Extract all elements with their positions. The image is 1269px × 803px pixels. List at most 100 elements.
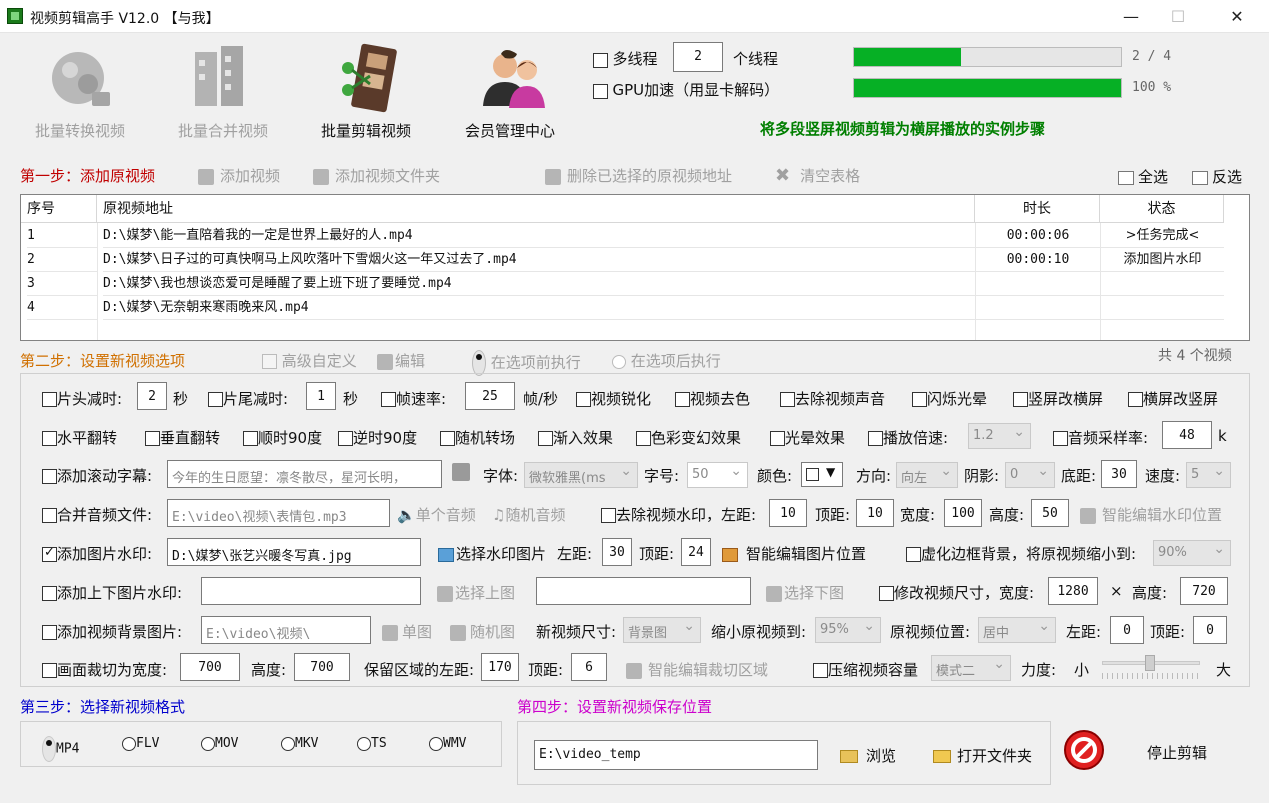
tail-cut-input[interactable]: 1 <box>306 382 336 410</box>
sample-rate-option[interactable]: 音频采样率: <box>1053 427 1148 448</box>
resize-option[interactable]: 修改视频尺寸，宽度: <box>879 582 1034 603</box>
row-3-no[interactable]: 3 <box>27 272 97 296</box>
fps-option[interactable]: 帧速率: <box>381 388 446 409</box>
smart-image-button[interactable]: 智能编辑图片位置 <box>722 543 866 564</box>
format-wmv-radio[interactable] <box>429 736 443 751</box>
row-2-no[interactable]: 2 <box>27 248 97 272</box>
top-image-input[interactable] <box>201 577 421 605</box>
format-ts-radio[interactable] <box>357 736 371 751</box>
random-bg-button[interactable]: 随机图 <box>450 621 515 642</box>
row-2-status[interactable]: 添加图片水印 <box>1101 248 1224 272</box>
compress-option[interactable]: 压缩视频容量 <box>813 659 918 680</box>
vflip-option[interactable]: 垂直翻转 <box>145 427 220 448</box>
audio-path-input[interactable]: E:\video\视频\表情包.mp3 <box>167 499 390 527</box>
add-video-button[interactable]: 添加视频 <box>198 165 280 186</box>
clear-table-button[interactable]: ✖ 清空表格 <box>775 165 860 186</box>
invert-selection-button[interactable]: 反选 <box>1192 166 1242 187</box>
strength-slider-thumb[interactable] <box>1145 655 1155 671</box>
film-edit-icon[interactable] <box>330 40 410 120</box>
crop-checkbox[interactable] <box>42 663 57 678</box>
bottom-image-input[interactable] <box>536 577 751 605</box>
speed-checkbox[interactable] <box>868 431 883 446</box>
img-left-input[interactable]: 30 <box>602 538 632 566</box>
select-all-button[interactable]: 全选 <box>1118 166 1168 187</box>
row-4-no[interactable]: 4 <box>27 296 97 320</box>
fade-in-checkbox[interactable] <box>538 431 553 446</box>
sample-rate-checkbox[interactable] <box>1053 431 1068 446</box>
color-picker[interactable]: ▼ <box>801 462 843 487</box>
head-cut-option[interactable]: 片头减时: <box>42 388 122 409</box>
wm-top-input[interactable]: 10 <box>856 499 894 527</box>
font-select[interactable]: 微软雅黑(ms <box>524 462 638 488</box>
mute-option[interactable]: 去除视频声音 <box>780 388 885 409</box>
module-edit-label[interactable]: 批量剪辑视频 <box>306 120 426 141</box>
resize-height-input[interactable]: 720 <box>1180 577 1228 605</box>
flash-option[interactable]: 闪烁光晕 <box>912 388 987 409</box>
bg-left-input[interactable]: 0 <box>1110 616 1144 644</box>
run-after-radio[interactable] <box>612 354 626 369</box>
img-top-input[interactable]: 24 <box>681 538 711 566</box>
random-transition-checkbox[interactable] <box>440 431 455 446</box>
resize-checkbox[interactable] <box>879 586 894 601</box>
color-fx-checkbox[interactable] <box>636 431 651 446</box>
bg-path-input[interactable]: E:\video\视频\ <box>201 616 371 644</box>
smart-crop-button[interactable]: 智能编辑裁切区域 <box>626 659 768 680</box>
sharpen-option[interactable]: 视频锐化 <box>576 388 651 409</box>
image-path-input[interactable]: D:\媒梦\张艺兴暖冬写真.jpg <box>167 538 421 566</box>
position-select[interactable]: 居中 <box>978 617 1056 643</box>
row-4-status[interactable] <box>1101 296 1224 320</box>
merge-video-icon[interactable] <box>185 40 265 120</box>
format-mp4-radio[interactable] <box>42 736 56 762</box>
gpu-checkbox[interactable] <box>593 83 608 99</box>
row-2-path[interactable]: D:\媒梦\日子过的可真快啊马上风吹落叶下雪烟火这一年又过去了.mp4 <box>103 248 975 272</box>
updown-watermark-checkbox[interactable] <box>42 586 57 601</box>
direction-select[interactable]: 向左 <box>896 462 958 488</box>
thread-count-input[interactable]: 2 <box>673 42 723 72</box>
video-table[interactable]: 序号 原视频地址 时长 状态 1 D:\媒梦\能一直陪着我的一定是世界上最好的人… <box>20 194 1250 341</box>
bottom-margin-input[interactable]: 30 <box>1101 460 1137 488</box>
new-size-select[interactable]: 背景图 <box>623 617 701 643</box>
mute-checkbox[interactable] <box>780 392 795 407</box>
tutorial-banner[interactable]: 将多段竖屏视频剪辑为横屏播放的实例步骤 <box>760 118 1045 139</box>
crop-left-input[interactable]: 170 <box>481 653 519 681</box>
halo-option[interactable]: 光晕效果 <box>770 427 845 448</box>
text-edit-icon[interactable] <box>452 463 470 481</box>
random-audio-button[interactable]: ♫随机音频 <box>492 504 565 525</box>
row-1-no[interactable]: 1 <box>27 224 97 248</box>
scroll-speed-select[interactable]: 5 <box>1186 462 1231 488</box>
stop-button[interactable]: 停止剪辑 <box>1147 742 1207 763</box>
col-header-duration[interactable]: 时长 <box>975 195 1100 223</box>
wm-height-input[interactable]: 50 <box>1031 499 1069 527</box>
edit-button[interactable]: 编辑 <box>377 350 425 371</box>
hflip-checkbox[interactable] <box>42 431 57 446</box>
browse-button[interactable]: 浏览 <box>840 745 896 766</box>
halo-checkbox[interactable] <box>770 431 785 446</box>
bg-top-input[interactable]: 0 <box>1193 616 1227 644</box>
compress-checkbox[interactable] <box>813 663 828 678</box>
crop-top-input[interactable]: 6 <box>571 653 607 681</box>
crop-height-input[interactable]: 700 <box>294 653 350 681</box>
multi-thread-checkbox[interactable] <box>593 52 608 68</box>
col-header-no[interactable]: 序号 <box>21 195 97 223</box>
col-header-path[interactable]: 原视频地址 <box>97 195 975 223</box>
fps-checkbox[interactable] <box>381 392 396 407</box>
row-1-duration[interactable]: 00:00:06 <box>976 224 1100 248</box>
flash-checkbox[interactable] <box>912 392 927 407</box>
format-flv-radio[interactable] <box>122 736 136 751</box>
format-mov-option[interactable]: MOV <box>201 736 238 751</box>
row-3-status[interactable] <box>1101 272 1224 296</box>
row-2-duration[interactable]: 00:00:10 <box>976 248 1100 272</box>
format-wmv-option[interactable]: WMV <box>429 736 466 751</box>
choose-bottom-image-button[interactable]: 选择下图 <box>766 582 844 603</box>
format-flv-option[interactable]: FLV <box>122 736 159 751</box>
row-4-duration[interactable] <box>976 296 1100 320</box>
fade-in-option[interactable]: 渐入效果 <box>538 427 613 448</box>
row-1-path[interactable]: D:\媒梦\能一直陪着我的一定是世界上最好的人.mp4 <box>103 224 975 248</box>
cw90-option[interactable]: 顺时90度 <box>243 427 322 448</box>
font-size-select[interactable]: 50 <box>687 462 748 488</box>
shadow-select[interactable]: 0 <box>1005 462 1055 488</box>
v2h-checkbox[interactable] <box>1013 392 1028 407</box>
minimize-button[interactable]: — <box>1108 0 1154 33</box>
image-watermark-checkbox[interactable] <box>42 545 57 562</box>
module-convert-label[interactable]: 批量转换视频 <box>20 120 140 141</box>
